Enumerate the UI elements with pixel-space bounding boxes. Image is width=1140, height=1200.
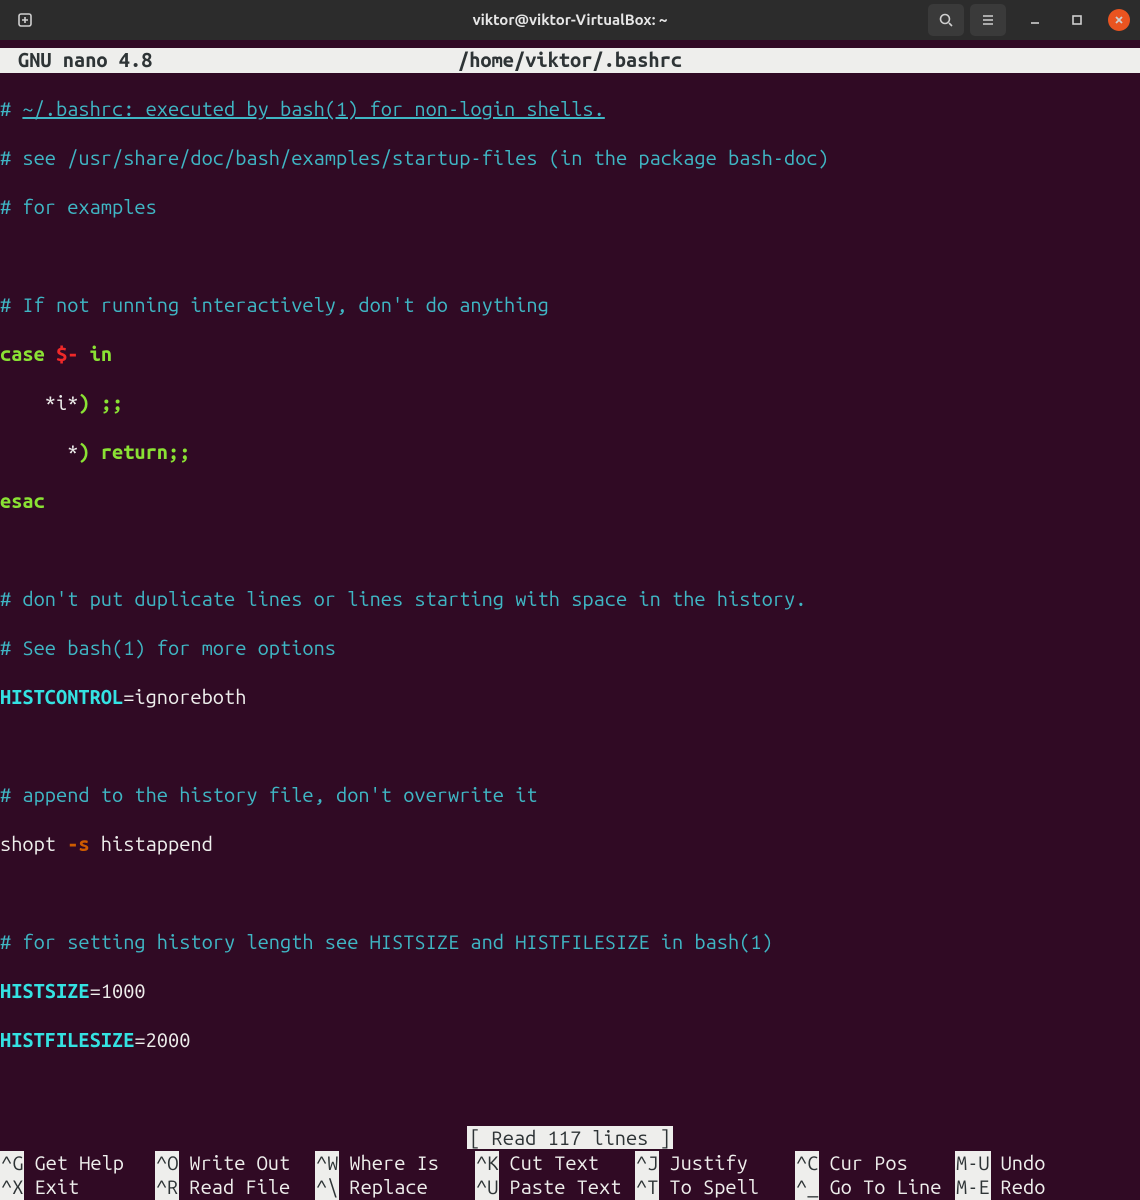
editor-area[interactable]: # ~/.bashrc: executed by bash(1) for non… [0,73,1140,1127]
text: # for setting history length see HISTSIZ… [0,930,773,953]
status-badge: [ Read 117 lines ] [467,1126,673,1149]
blank-line [0,881,1140,906]
text: HISTSIZE [0,979,90,1002]
text: $- [56,342,78,365]
label: Paste Text [509,1175,621,1200]
key: ^W [315,1151,339,1176]
label: Cut Text [509,1151,599,1176]
key: ^C [795,1151,819,1176]
key: ^\ [315,1175,339,1200]
label: Replace [349,1175,427,1200]
new-tab-button[interactable] [9,5,43,35]
text: ) [78,391,89,414]
key: ^J [635,1151,659,1176]
key: ^G [0,1151,24,1176]
text: = [123,685,134,708]
label: To Spell [669,1175,759,1200]
text: ;; [90,391,124,414]
label: Exit [34,1175,79,1200]
text: 2000 [146,1028,191,1051]
close-icon [1108,9,1130,31]
spacer [0,40,1140,48]
blank-line [0,244,1140,269]
text: # If not running interactively, don't do… [0,293,549,316]
key: M-E [955,1175,991,1200]
text: 1000 [101,979,146,1002]
nano-header: GNU nano 4.8 /home/viktor/.bashrc [0,48,1140,73]
blank-line [0,734,1140,759]
nano-app-label: GNU nano 4.8 [0,48,152,73]
shortcut-exit[interactable]: ^X Exit [0,1175,155,1200]
label: Where Is [349,1151,439,1176]
text: case [0,342,45,365]
window-title: viktor@viktor-VirtualBox: ~ [473,8,668,33]
shortcut-write-out[interactable]: ^O Write Out [155,1151,315,1176]
nano-file-path: /home/viktor/.bashrc [458,48,682,73]
text: * [0,440,78,463]
shortcut-read-file[interactable]: ^R Read File [155,1175,315,1200]
titlebar-left [0,5,46,35]
label: Go To Line [829,1175,941,1200]
text: return [90,440,168,463]
nano-status-line: [ Read 117 lines ] [0,1126,1140,1151]
shortcut-cur-pos[interactable]: ^C Cur Pos [795,1151,955,1176]
blank-line [0,538,1140,563]
text: HISTCONTROL [0,685,123,708]
text: ) [78,440,89,463]
minimize-button[interactable] [1022,7,1048,33]
label: Justify [669,1151,747,1176]
text: # don't put duplicate lines or lines sta… [0,587,806,610]
shortcut-get-help[interactable]: ^G Get Help [0,1151,155,1176]
shortcut-where-is[interactable]: ^W Where Is [315,1151,475,1176]
shortcut-bar: ^G Get Help ^O Write Out ^W Where Is ^K Cut … [0,1151,1140,1200]
text: HISTFILESIZE [0,1028,134,1051]
text: # for examples [0,195,157,218]
shortcut-to-spell[interactable]: ^T To Spell [635,1175,795,1200]
titlebar: viktor@viktor-VirtualBox: ~ [0,0,1140,40]
text: esac [0,489,45,512]
key: ^R [155,1175,179,1200]
search-button[interactable] [928,4,964,36]
key: ^U [475,1175,499,1200]
key: ^X [0,1175,24,1200]
text: # See bash(1) for more options [0,636,336,659]
text: # append to the history file, don't over… [0,783,538,806]
shortcut-justify[interactable]: ^J Justify [635,1151,795,1176]
maximize-button[interactable] [1064,7,1090,33]
shortcut-paste-text[interactable]: ^U Paste Text [475,1175,635,1200]
shortcut-redo[interactable]: M-E Redo [955,1175,1140,1200]
text: = [134,1028,145,1051]
key: M-U [955,1151,991,1176]
text: -s [56,832,90,855]
label: Write Out [189,1151,290,1176]
key: ^O [155,1151,179,1176]
text: = [90,979,101,1002]
blank-line [0,1077,1140,1102]
shortcut-replace[interactable]: ^\ Replace [315,1175,475,1200]
label: Redo [1001,1175,1046,1200]
shortcut-cut-text[interactable]: ^K Cut Text [475,1151,635,1176]
label: Cur Pos [829,1151,907,1176]
hamburger-menu-button[interactable] [970,4,1006,36]
label: Get Help [34,1151,124,1176]
close-button[interactable] [1106,7,1132,33]
text: ~/.bashrc: executed by bash(1) for non-l… [22,97,604,120]
titlebar-right [928,4,1140,36]
text: in [78,342,112,365]
text: # see /usr/share/doc/bash/examples/start… [0,146,829,169]
text: # [0,97,22,120]
text: ;; [168,440,190,463]
shortcut-go-to-line[interactable]: ^_ Go To Line [795,1175,955,1200]
text: *i* [0,391,78,414]
key: ^T [635,1175,659,1200]
shortcut-undo[interactable]: M-U Undo [955,1151,1140,1176]
text: ignoreboth [134,685,246,708]
text: shopt [0,832,56,855]
label: Undo [1001,1151,1046,1176]
key: ^K [475,1151,499,1176]
label: Read File [189,1175,290,1200]
key: ^_ [795,1175,819,1200]
text: histappend [90,832,213,855]
